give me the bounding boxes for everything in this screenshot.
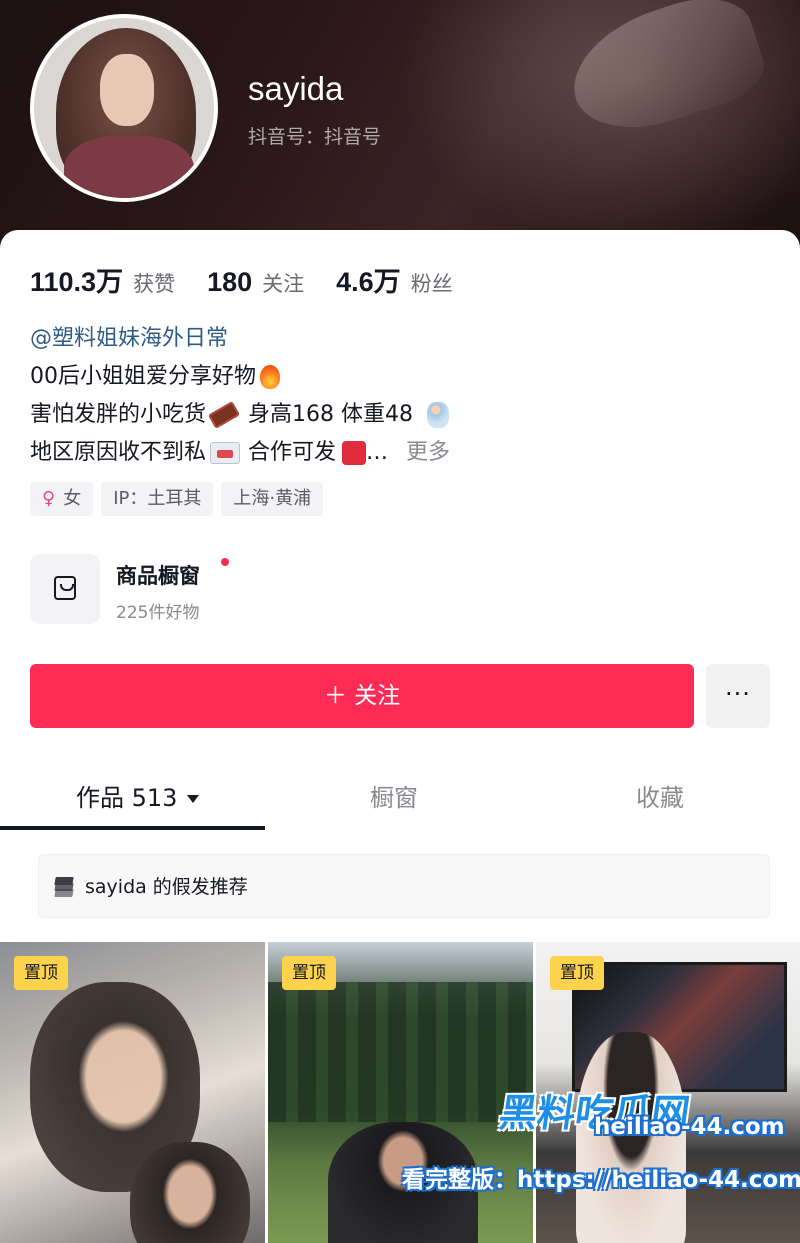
stat-following[interactable]: 180 关注 (207, 267, 304, 298)
shop-subtitle: 225件好物 (116, 603, 200, 623)
post-thumbnail[interactable]: 置顶 (0, 942, 265, 1243)
bio-ellipsis: … (366, 440, 389, 465)
bio-more-link[interactable]: 更多 (406, 440, 450, 465)
shopping-bag-icon (30, 554, 100, 624)
stat-following-value: 180 (207, 267, 253, 297)
bio: @塑料姐妹海外日常 00后小姐姐爱分享好物 害怕发胖的小吃货 身高168 体重48… (30, 320, 450, 472)
stats-row: 110.3万 获赞 180 关注 4.6万 粉丝 (30, 260, 485, 299)
envelope-emoji-icon (210, 442, 241, 464)
pinned-badge: 置顶 (550, 956, 604, 990)
content-tabs: 作品 513 橱窗 收藏 (0, 770, 800, 832)
bio-line-3a: 地区原因收不到私 (30, 440, 207, 465)
avatar[interactable] (30, 14, 218, 202)
profile-header: sayida 抖音号：抖音号 (0, 0, 800, 260)
stat-following-label: 关注 (262, 272, 305, 296)
active-tab-indicator (0, 826, 265, 830)
post-thumbnail[interactable]: 置顶 (268, 942, 533, 1243)
stat-followers-value: 4.6万 (336, 267, 401, 297)
tab-favorites[interactable]: 收藏 (636, 778, 684, 813)
tab-window[interactable]: 橱窗 (370, 778, 418, 813)
stat-followers[interactable]: 4.6万 粉丝 (336, 260, 453, 299)
stat-likes-value: 110.3万 (30, 267, 124, 297)
douyin-id[interactable]: 抖音号：抖音号 (248, 122, 381, 149)
stat-likes-label: 获赞 (133, 272, 176, 296)
gender-tag-label: 女 (63, 488, 82, 509)
bio-line-1: 00后小姐姐爱分享好物 (30, 364, 256, 389)
fairy-emoji-icon (427, 402, 449, 428)
mailbox-emoji-icon (342, 441, 367, 465)
bio-mention-link[interactable]: @塑料姐妹海外日常 (30, 326, 228, 351)
bio-line-2b: 身高168 体重48 (248, 402, 413, 427)
profile-name: sayida (248, 70, 344, 107)
tab-works-label: 作品 513 (76, 784, 178, 812)
profile-page: sayida 抖音号：抖音号 110.3万 获赞 180 关注 4.6万 粉丝 … (0, 0, 800, 1243)
location-tag[interactable]: 上海·黄浦 (221, 482, 324, 516)
tab-works[interactable]: 作品 513 (76, 778, 200, 813)
layers-icon (54, 877, 75, 897)
collection-label: sayida 的假发推荐 (85, 876, 248, 898)
follow-button[interactable]: ＋ 关注 (30, 664, 694, 728)
gender-tag: ♀ 女 (30, 482, 94, 516)
profile-tags: ♀ 女 IP：土耳其 上海·黄浦 (30, 482, 331, 516)
shop-title: 商品橱窗 (116, 564, 200, 588)
more-options-button[interactable]: ··· (706, 664, 770, 728)
bio-line-2a: 害怕发胖的小吃货 (30, 402, 207, 427)
ip-tag: IP：土耳其 (101, 482, 214, 516)
bio-line-3b: 合作可发 (248, 440, 337, 465)
watermark-url: 看完整版：https://heiliao-44.com (402, 1167, 800, 1193)
collection-entry[interactable]: sayida 的假发推荐 (38, 854, 770, 918)
chocolate-emoji-icon (207, 401, 241, 429)
notification-dot (221, 558, 229, 566)
watermark-domain: heiliao-44.com (594, 1114, 785, 1140)
pinned-badge: 置顶 (282, 956, 336, 990)
female-icon: ♀ (42, 488, 56, 509)
stat-followers-label: 粉丝 (410, 272, 453, 296)
pinned-badge: 置顶 (14, 956, 68, 990)
stat-likes[interactable]: 110.3万 获赞 (30, 260, 175, 299)
fire-emoji-icon (260, 365, 280, 389)
caret-down-icon (187, 795, 200, 803)
